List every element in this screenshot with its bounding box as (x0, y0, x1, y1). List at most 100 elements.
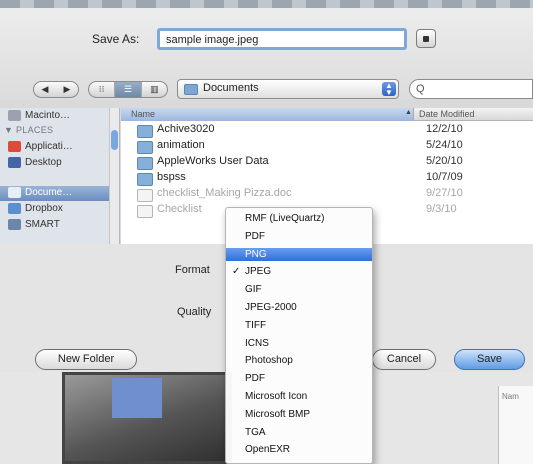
save-as-label: Save As: (92, 32, 140, 46)
folder-icon (137, 173, 153, 186)
back-icon[interactable]: ◀ (34, 84, 56, 95)
file-row[interactable]: Achive3020 12/2/10 (121, 122, 533, 138)
format-menu-item-label: ICNS (245, 337, 269, 349)
file-date: 5/20/10 (426, 155, 463, 167)
folder-icon (184, 84, 198, 95)
format-menu-item[interactable]: PDF (226, 372, 372, 385)
format-menu-item[interactable]: Microsoft BMP (226, 408, 372, 421)
sidebar: Macinto… ▼ PLACES Applicati… Desktop Doc… (0, 108, 120, 244)
file-row[interactable]: checklist_Making Pizza.doc 9/27/10 (121, 186, 533, 202)
sidebar-item-dropbox[interactable]: Dropbox (8, 203, 63, 214)
file-row[interactable]: AppleWorks User Data 5/20/10 (121, 154, 533, 170)
column-header-date-modified[interactable]: Date Modified (419, 108, 475, 121)
sidebar-item-label: Docume… (25, 187, 73, 198)
file-name: Achive3020 (157, 123, 215, 135)
quality-label: Quality (177, 306, 212, 318)
format-menu-item[interactable]: OpenEXR (226, 443, 372, 456)
format-menu-item[interactable]: TIFF (226, 319, 372, 332)
places-heading[interactable]: ▼ PLACES (4, 125, 53, 135)
desktop-icon (8, 157, 21, 168)
format-menu-item[interactable]: RMF (LiveQuartz) (226, 212, 372, 225)
popup-arrows-icon: ▲ ▼ (382, 82, 396, 97)
format-menu-item[interactable]: ✓ JPEG (226, 265, 372, 278)
file-date: 9/3/10 (426, 203, 457, 215)
format-menu-item-label: RMF (LiveQuartz) (245, 213, 325, 224)
view-icons-icon[interactable]: ⁝⁝ (89, 82, 116, 97)
list-header: Name ▲ Date Modified (121, 108, 533, 121)
file-name: AppleWorks User Data (157, 155, 269, 167)
sidebar-item-documents[interactable]: Docume… (8, 187, 72, 198)
format-menu-item[interactable]: GIF (226, 283, 372, 296)
document-icon (137, 205, 153, 218)
file-name: bspss (157, 171, 186, 183)
folder-icon (137, 141, 153, 154)
search-input[interactable]: Q (409, 79, 533, 99)
cancel-button[interactable]: Cancel (372, 349, 436, 370)
view-list-icon[interactable]: ☰ (115, 82, 142, 97)
file-date: 12/2/10 (426, 123, 463, 135)
format-menu-item-label: TIFF (245, 319, 267, 331)
forward-icon[interactable]: ▶ (56, 84, 78, 95)
file-name: Checklist (157, 203, 202, 215)
format-menu-item-label: TGA (245, 426, 266, 438)
format-menu-item[interactable]: ICNS (226, 337, 372, 350)
file-date: 9/27/10 (426, 187, 463, 199)
window-edge-strip (0, 0, 533, 8)
file-name: checklist_Making Pizza.doc (157, 187, 292, 199)
sidebar-scroll-thumb[interactable] (111, 130, 118, 150)
dropbox-icon (8, 203, 21, 214)
hard-drive-icon (8, 110, 21, 121)
background-photo-sky (112, 378, 162, 418)
format-menu-item[interactable]: PNG (226, 247, 372, 261)
filename-input[interactable]: sample image.jpeg (157, 28, 407, 50)
format-menu-item-label: Photoshop (245, 355, 293, 367)
format-menu-item[interactable]: JPEG-2000 (226, 301, 372, 314)
format-menu-item[interactable]: TGA (226, 426, 372, 439)
format-menu-item[interactable]: Photoshop (226, 354, 372, 367)
format-menu-item[interactable]: PDF (226, 230, 372, 243)
new-folder-button[interactable]: New Folder (35, 349, 137, 370)
document-icon (137, 189, 153, 202)
format-menu-item-label: Microsoft Icon (245, 391, 308, 402)
sidebar-item-label: Applicati… (25, 141, 73, 152)
column-header-name[interactable]: Name (121, 108, 414, 121)
sidebar-scrollbar[interactable] (109, 108, 119, 244)
sidebar-item-label: SMART (25, 219, 60, 230)
location-label: Documents (203, 82, 259, 94)
file-row[interactable]: bspss 10/7/09 (121, 170, 533, 186)
folder-icon (137, 125, 153, 138)
save-button[interactable]: Save (454, 349, 525, 370)
applications-icon (8, 141, 21, 152)
documents-icon (8, 187, 21, 198)
file-name: animation (157, 139, 205, 151)
sort-ascending-icon: ▲ (405, 109, 412, 116)
checkmark-icon: ✓ (232, 266, 241, 278)
format-menu-item-label: PDF (245, 373, 265, 385)
sidebar-item-desktop[interactable]: Desktop (8, 157, 62, 168)
view-columns-icon[interactable]: ▥ (142, 82, 167, 97)
expand-icon (423, 35, 429, 42)
file-row[interactable]: animation 5/24/10 (121, 138, 533, 154)
file-date: 5/24/10 (426, 139, 463, 151)
expand-dialog-button[interactable] (416, 29, 436, 48)
format-menu-item-label: OpenEXR (245, 444, 291, 456)
format-menu-item-label: PDF (245, 230, 265, 242)
back-forward-control[interactable]: ◀ ▶ (33, 81, 79, 98)
format-dropdown-menu: RMF (LiveQuartz) PDF PNG ✓ JPEG GIF JPEG-2000 T… (225, 207, 373, 464)
sidebar-item-label: Desktop (25, 157, 62, 168)
format-menu-item-label: JPEG-2000 (245, 302, 297, 313)
location-popup[interactable]: Documents ▲ ▼ (177, 79, 399, 99)
format-label: Format (175, 264, 210, 276)
format-menu-item-label: JPEG (245, 266, 272, 278)
background-side-label: Nam (502, 392, 519, 401)
sidebar-item-macintosh[interactable]: Macinto… (8, 110, 70, 121)
file-date: 10/7/09 (426, 171, 463, 183)
sidebar-item-label: Dropbox (25, 203, 63, 214)
sidebar-item-smart[interactable]: SMART (8, 219, 60, 230)
format-menu-item-label: PNG (245, 248, 267, 260)
format-menu-item-label: GIF (245, 284, 262, 296)
sidebar-item-applications[interactable]: Applicati… (8, 141, 73, 152)
format-menu-item[interactable]: Microsoft Icon (226, 390, 372, 403)
sidebar-item-label: Macinto… (25, 110, 71, 121)
view-mode-control[interactable]: ⁝⁝ ☰ ▥ (88, 81, 168, 98)
